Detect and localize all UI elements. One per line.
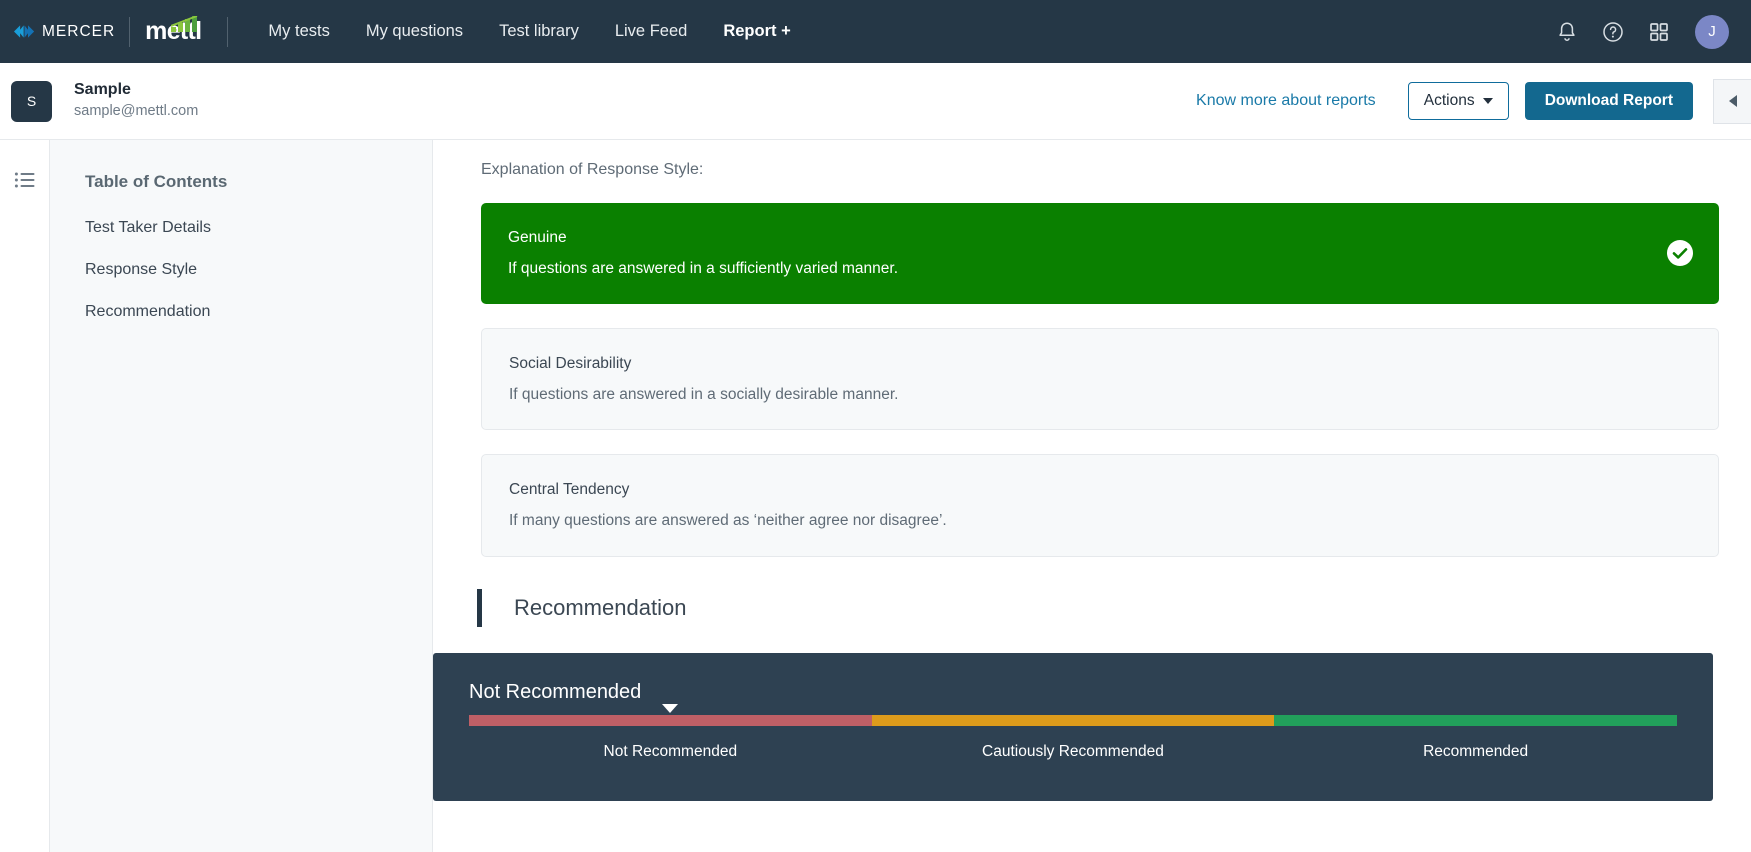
nav-link-report[interactable]: Report + bbox=[705, 0, 808, 63]
response-style-card-social-desirability[interactable]: Social Desirability If questions are ans… bbox=[481, 327, 1719, 430]
mercer-wordmark: MERCER bbox=[42, 22, 116, 40]
recommendation-section-header: Recommendation bbox=[433, 588, 1719, 627]
response-style-description: If questions are answered in a sufficien… bbox=[508, 260, 899, 278]
candidate-name: Sample bbox=[74, 81, 131, 99]
scale-bar bbox=[469, 714, 1677, 726]
chevron-left-icon bbox=[1728, 95, 1737, 107]
recommendation-panel: Not Recommended Not Recommended Cautious… bbox=[433, 652, 1713, 801]
nav-link-my-tests[interactable]: My tests bbox=[250, 0, 347, 63]
nav-link-live-feed[interactable]: Live Feed bbox=[597, 0, 705, 63]
collapse-panel-button[interactable] bbox=[1713, 78, 1751, 124]
user-avatar[interactable]: J bbox=[1695, 14, 1729, 49]
nav-link-my-questions[interactable]: My questions bbox=[348, 0, 481, 63]
notification-bell-icon[interactable] bbox=[1555, 20, 1579, 44]
page-title: Recommendation bbox=[514, 594, 687, 620]
response-style-title: Central Tendency bbox=[509, 481, 630, 498]
scale-segment-recommended bbox=[1274, 714, 1677, 726]
candidate-avatar: S bbox=[11, 80, 52, 122]
response-style-description: If questions are answered in a socially … bbox=[509, 385, 899, 403]
subheader-actions: Know more about reports Actions Download… bbox=[1196, 78, 1751, 124]
scale-label-cautiously-recommended: Cautiously Recommended bbox=[982, 742, 1164, 760]
primary-nav-links: My tests My questions Test library Live … bbox=[250, 0, 808, 63]
response-style-title: Genuine bbox=[508, 229, 567, 246]
mettl-growth-bars-icon bbox=[171, 16, 198, 32]
list-icon[interactable] bbox=[14, 169, 36, 191]
scale-labels: Not Recommended Cautiously Recommended R… bbox=[469, 743, 1677, 761]
table-of-contents: Table of Contents Test Taker Details Res… bbox=[50, 140, 433, 852]
nav-divider bbox=[227, 16, 229, 47]
app-grid-icon[interactable] bbox=[1647, 20, 1671, 44]
sidebar-item-response-style[interactable]: Response Style bbox=[85, 261, 432, 279]
check-circle-icon bbox=[1667, 240, 1693, 267]
section-accent-bar bbox=[477, 588, 482, 627]
page-body: Table of Contents Test Taker Details Res… bbox=[0, 140, 1751, 852]
candidate-email: sample@mettl.com bbox=[74, 102, 199, 119]
brand-logo-group[interactable]: MERCER mettl bbox=[10, 16, 217, 47]
recommendation-panel-inner: Not Recommended Not Recommended Cautious… bbox=[469, 681, 1677, 761]
scale-label-recommended: Recommended bbox=[1423, 742, 1529, 760]
report-subheader: S Sample sample@mettl.com Know more abou… bbox=[0, 63, 1751, 140]
chevron-down-icon bbox=[1482, 98, 1493, 104]
scale-segment-cautiously-recommended bbox=[871, 714, 1275, 726]
candidate-meta: Sample sample@mettl.com bbox=[74, 79, 198, 122]
response-style-card-genuine[interactable]: Genuine If questions are answered in a s… bbox=[481, 203, 1719, 304]
mercer-mark-icon bbox=[14, 25, 35, 38]
content-scrollbar[interactable] bbox=[1745, 140, 1751, 852]
mercer-logo[interactable]: MERCER bbox=[10, 23, 129, 41]
download-report-button[interactable]: Download Report bbox=[1524, 82, 1693, 120]
response-style-title: Social Desirability bbox=[509, 354, 632, 372]
response-style-description: If many questions are answered as ‘neith… bbox=[509, 512, 947, 530]
top-navigation-bar: MERCER mettl My tests My questions Test … bbox=[0, 0, 1751, 63]
report-content: Explanation of Response Style: Genuine I… bbox=[433, 140, 1751, 852]
actions-label: Actions bbox=[1423, 92, 1475, 109]
mettl-logo[interactable]: mettl bbox=[130, 16, 217, 44]
actions-dropdown-button[interactable]: Actions bbox=[1407, 82, 1509, 120]
report-content-inner: Explanation of Response Style: Genuine I… bbox=[433, 140, 1751, 801]
scale-label-not-recommended: Not Recommended bbox=[603, 742, 738, 760]
toc-title: Table of Contents bbox=[85, 172, 228, 191]
nav-link-test-library[interactable]: Test library bbox=[481, 0, 597, 63]
help-circle-icon[interactable] bbox=[1601, 20, 1625, 44]
scale-segment-not-recommended bbox=[469, 714, 872, 726]
sidebar-item-recommendation[interactable]: Recommendation bbox=[85, 303, 432, 321]
recommendation-verdict: Not Recommended bbox=[469, 680, 642, 703]
explanation-label: Explanation of Response Style: bbox=[481, 161, 704, 178]
response-style-card-central-tendency[interactable]: Central Tendency If many questions are a… bbox=[481, 454, 1719, 557]
toc-rail bbox=[0, 140, 50, 852]
nav-right-actions: J bbox=[1555, 14, 1729, 49]
scale-marker-icon bbox=[661, 703, 678, 713]
know-more-about-reports-link[interactable]: Know more about reports bbox=[1196, 92, 1376, 110]
sidebar-item-test-taker-details[interactable]: Test Taker Details bbox=[85, 219, 432, 237]
recommendation-scale: Not Recommended Cautiously Recommended R… bbox=[469, 703, 1677, 761]
